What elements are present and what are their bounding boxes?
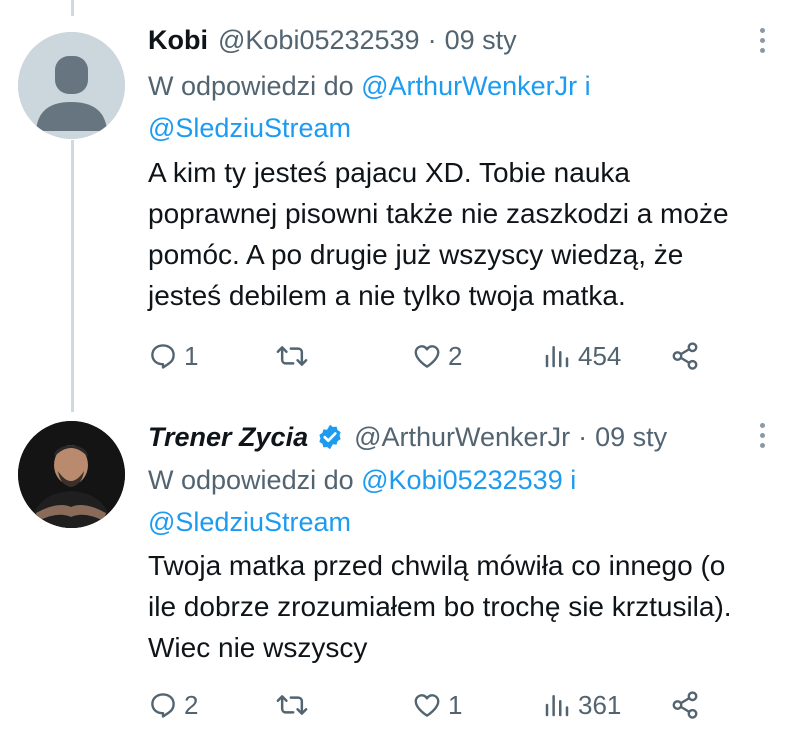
like-button[interactable]: 1: [412, 685, 462, 725]
tweet-header: Trener Zycia @ArthurWenkerJr · 09 sty: [148, 419, 667, 455]
user-handle[interactable]: @ArthurWenkerJr: [354, 422, 570, 453]
more-options-icon[interactable]: [760, 423, 766, 451]
tweet[interactable]: Kobi @Kobi05232539 · 09 sty W odpowiedzi…: [0, 0, 788, 395]
like-count: 1: [448, 689, 463, 720]
views-icon: [545, 346, 569, 368]
share-icon: [672, 342, 698, 370]
view-count: 454: [578, 340, 622, 371]
retweet-icon: [276, 695, 308, 715]
share-button[interactable]: [670, 685, 700, 725]
reply-and: i: [570, 465, 577, 495]
tweet-header: Kobi @Kobi05232539 · 09 sty: [148, 22, 517, 58]
reply-prefix: W odpowiedzi do: [148, 465, 354, 495]
tweet-date[interactable]: 09 sty: [595, 422, 667, 453]
reply-icon: [151, 693, 175, 718]
more-options-icon[interactable]: [760, 28, 766, 56]
user-handle[interactable]: @Kobi05232539: [218, 25, 420, 56]
tweet-date[interactable]: 09 sty: [445, 25, 517, 56]
reply-button[interactable]: 1: [148, 336, 198, 376]
reply-and: i: [584, 71, 591, 101]
views-icon: [545, 695, 569, 717]
retweet-button[interactable]: [276, 685, 314, 725]
mention-link[interactable]: @ArthurWenkerJr: [361, 71, 577, 101]
mention-link[interactable]: @Kobi05232539: [361, 465, 563, 495]
tweet[interactable]: Trener Zycia @ArthurWenkerJr · 09 sty W …: [0, 395, 788, 732]
tweet-actions: 1 2 454: [148, 336, 728, 376]
share-button[interactable]: [670, 336, 700, 376]
reply-count: 1: [184, 340, 199, 371]
retweet-button[interactable]: [276, 336, 314, 376]
tweet-actions: 2 1 361: [148, 685, 728, 725]
share-icon: [672, 691, 698, 719]
separator-dot: ·: [578, 421, 588, 452]
reply-button[interactable]: 2: [148, 685, 198, 725]
retweet-icon: [276, 346, 308, 366]
separator-dot: ·: [427, 24, 437, 55]
tweet-text: A kim ty jesteś pajacu XD. Tobie nauka p…: [148, 157, 729, 311]
view-count: 361: [578, 689, 622, 720]
default-avatar-icon: [18, 32, 125, 139]
reply-context: W odpowiedzi do @Kobi05232539 i @Sledziu…: [148, 459, 728, 543]
verified-badge-icon: [319, 424, 341, 450]
heart-icon: [414, 694, 440, 717]
reply-count: 2: [184, 689, 199, 720]
user-avatar[interactable]: [18, 421, 125, 528]
views-button[interactable]: 361: [542, 685, 621, 725]
heart-icon: [414, 345, 440, 368]
reply-context: W odpowiedzi do @ArthurWenkerJr i @Sledz…: [148, 65, 728, 149]
avatar-default[interactable]: [18, 32, 125, 139]
person-photo-icon: [18, 421, 125, 528]
like-count: 2: [448, 340, 463, 371]
like-button[interactable]: 2: [412, 336, 462, 376]
views-button[interactable]: 454: [542, 336, 621, 376]
display-name[interactable]: Trener Zycia: [148, 422, 308, 453]
mention-link[interactable]: @SledziuStream: [148, 113, 351, 143]
mention-link[interactable]: @SledziuStream: [148, 507, 351, 537]
reply-icon: [151, 344, 175, 369]
display-name[interactable]: Kobi: [148, 25, 208, 56]
tweet-text: Twoja matka przed chwilą mówiła co inneg…: [148, 550, 732, 663]
reply-prefix: W odpowiedzi do: [148, 71, 354, 101]
